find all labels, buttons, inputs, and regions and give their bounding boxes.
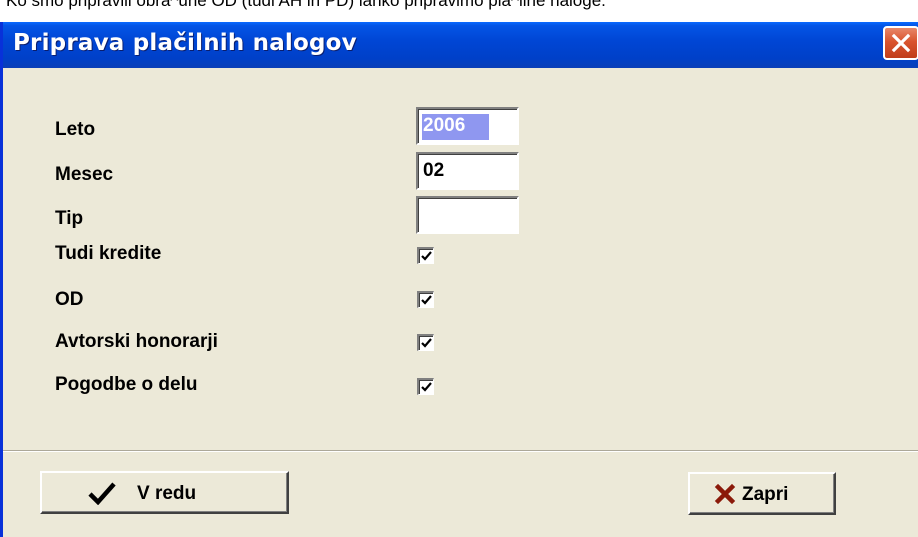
pogodbe-o-delu-label: Pogodbe o delu	[55, 374, 198, 395]
dialog-window: Priprava plačilnih nalogov Leto 2006 Mes…	[0, 22, 918, 537]
button-separator	[3, 450, 918, 452]
close-button-label: Zapri	[742, 484, 789, 505]
checkmark-icon	[421, 295, 432, 305]
close-button[interactable]: Zapri	[688, 472, 836, 515]
od-checkbox[interactable]	[417, 291, 434, 308]
mesec-input[interactable]: 02	[416, 152, 519, 190]
leto-value: 2006	[422, 114, 490, 140]
background-document-text: Ko smo pripravili obra^une OD (tudi AH i…	[6, 0, 606, 10]
ok-button-label: V redu	[137, 483, 197, 504]
titlebar-close-button[interactable]	[883, 26, 918, 60]
mesec-value: 02	[423, 160, 445, 181]
checkmark-icon	[421, 251, 432, 261]
ok-button[interactable]: V redu	[40, 471, 289, 514]
mesec-label: Mesec	[55, 164, 114, 185]
leto-label: Leto	[55, 119, 96, 140]
od-label: OD	[55, 289, 84, 310]
close-icon	[891, 33, 911, 53]
pogodbe-o-delu-checkbox[interactable]	[417, 378, 434, 395]
title-bar[interactable]: Priprava plačilnih nalogov	[3, 22, 918, 68]
checkmark-icon	[421, 382, 432, 392]
avtorski-honorarji-checkbox[interactable]	[417, 334, 434, 351]
x-icon	[714, 483, 736, 505]
tudi-kredite-label: Tudi kredite	[55, 243, 162, 264]
avtorski-honorarji-label: Avtorski honorarji	[55, 331, 218, 352]
leto-input[interactable]: 2006	[416, 107, 519, 145]
tudi-kredite-checkbox[interactable]	[417, 247, 434, 264]
tip-input[interactable]	[416, 196, 519, 234]
checkmark-icon	[421, 338, 432, 348]
window-title: Priprava plačilnih nalogov	[13, 30, 357, 56]
checkmark-icon	[88, 482, 116, 505]
tip-label: Tip	[55, 208, 84, 229]
